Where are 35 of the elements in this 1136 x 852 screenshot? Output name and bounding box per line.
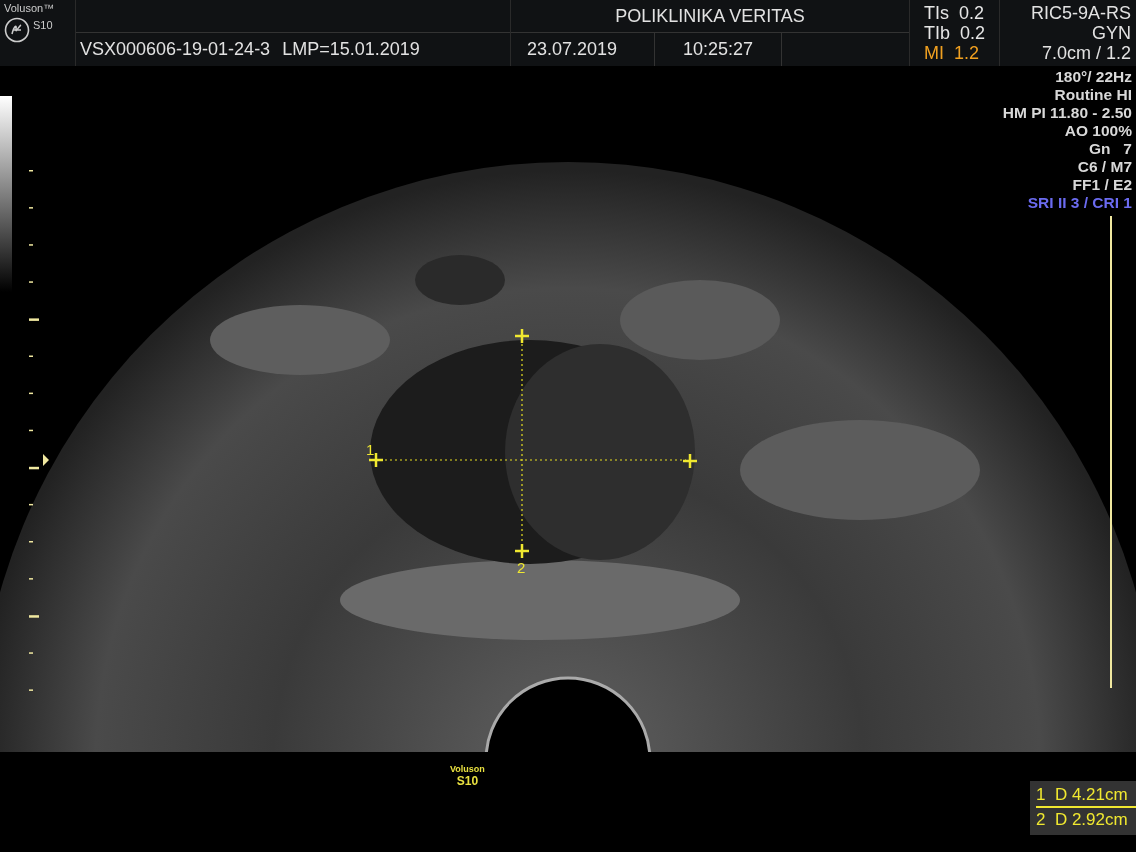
scan-parameter: AO 100% (1064, 122, 1132, 140)
scan-parameter: FF1 / E2 (1072, 176, 1132, 194)
exam-time: 10:25:27 (654, 33, 783, 66)
ge-logo-icon (4, 17, 30, 43)
measurement-result[interactable]: 1 D 4.21cm (1036, 783, 1136, 808)
preset-name: GYN (1092, 23, 1131, 43)
index-label: TIb (924, 23, 950, 43)
scan-parameter: SRI II 3 / CRI 1 (1027, 194, 1132, 212)
brand-label: Voluson™ (4, 2, 56, 14)
scan-parameter: C6 / M7 (1077, 158, 1132, 176)
index-label: MI (924, 43, 944, 63)
probe-name: RIC5-9A-RS (1030, 3, 1131, 23)
clinic-name: POLIKLINIKA VERITAS (615, 5, 805, 27)
caliper-marker[interactable] (513, 542, 531, 560)
index-value: 1.2 (954, 43, 980, 63)
scan-parameter: HM PI 11.80 - 2.50 (1002, 104, 1132, 122)
footer-brand: Voluson (450, 764, 485, 774)
focus-marker-icon (43, 454, 49, 466)
caliper-marker[interactable] (681, 452, 699, 470)
exam-date: 23.07.2019 (511, 33, 655, 66)
depth-value: 7.0cm / 1.2 (1041, 43, 1131, 63)
lmp-date: LMP=15.01.2019 (282, 39, 420, 60)
index-label: TIs (924, 3, 949, 23)
index-value: 0.2 (960, 23, 986, 43)
model-label: S10 (33, 19, 53, 31)
caliper-marker[interactable] (513, 327, 531, 345)
measurement-result[interactable]: 2 D 2.92cm (1036, 808, 1136, 833)
scan-parameter: 180°/ 22Hz (1055, 68, 1132, 86)
scan-parameter: Gn 7 (1088, 140, 1132, 158)
caliper-label: 1 (366, 441, 375, 458)
footer-model: S10 (456, 774, 479, 788)
patient-id: VSX000606-19-01-24-3 (80, 39, 271, 60)
caliper-label: 2 (517, 559, 526, 576)
scan-parameter: Routine HI (1054, 86, 1132, 104)
index-value: 0.2 (959, 3, 985, 23)
